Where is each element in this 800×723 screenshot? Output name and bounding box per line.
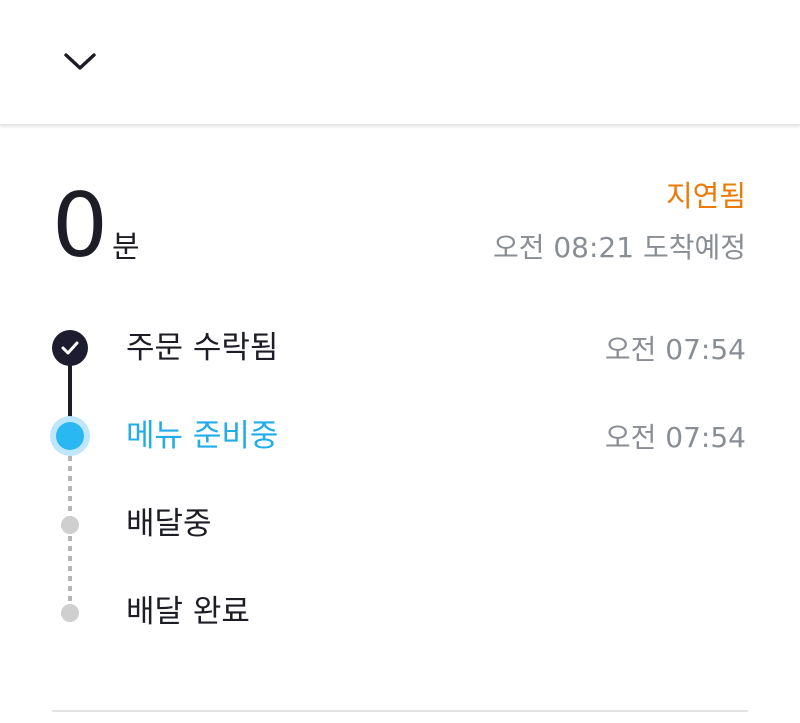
step-label-delivering: 배달중 (126, 506, 212, 542)
delay-status: 지연됨 (665, 179, 746, 213)
step-current-dot-inner (56, 422, 84, 450)
step-label-order-accepted: 주문 수락됨 (126, 330, 279, 366)
step-label-delivered: 배달 완료 (126, 594, 250, 630)
step-pending-dot (61, 604, 79, 622)
step-pending-dot (61, 516, 79, 534)
step-time-order-accepted: 오전 07:54 (604, 333, 746, 366)
eta-unit: 분 (112, 230, 140, 265)
order-progress-timeline: 주문 수락됨 오전 07:54 메뉴 준비중 오전 07:54 배달중 배달 완… (0, 300, 800, 660)
step-label-preparing: 메뉴 준비중 (126, 418, 279, 454)
checkmark-icon (61, 341, 79, 355)
step-time-preparing: 오전 07:54 (604, 421, 746, 454)
chevron-down-icon (64, 53, 96, 70)
collapse-button[interactable] (52, 36, 108, 88)
eta-minutes: 0 (52, 174, 108, 277)
step-done-dot (52, 330, 88, 366)
divider (52, 710, 748, 712)
top-bar (0, 0, 800, 125)
estimated-arrival: 오전 08:21 도착예정 (492, 231, 746, 264)
step-current-dot (50, 416, 90, 456)
